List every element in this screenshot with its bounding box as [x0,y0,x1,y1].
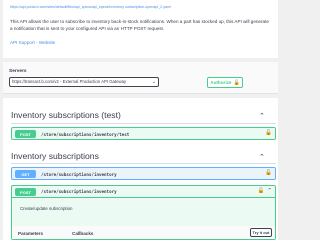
tab-parameters[interactable]: Parameters [18,231,43,236]
api-description: This API allows the user to subscribe to… [10,19,269,31]
servers-label: Servers [9,69,27,74]
operation-get-inventory[interactable]: GET /store/subscriptions/inventory 🔓 [11,167,276,180]
chevron-up-icon[interactable]: ⌃ [259,112,265,120]
servers-section: Servers https://transact.b.com/v2 - Exte… [3,62,278,94]
unlocked-icon[interactable]: 🔓 [265,130,272,136]
chevron-up-icon[interactable]: ⌃ [267,188,272,194]
operation-path: /store/subscriptions/inventory [41,171,117,177]
operation-post-inventory-expanded: POST /store/subscriptions/inventory 🔓 ⌃ … [11,185,276,240]
chevron-up-icon[interactable]: ⌃ [259,153,265,161]
spec-url-link[interactable]: https://api.portal.b.com/sites/default/f… [10,5,171,9]
group-divider [11,123,276,124]
unlocked-icon[interactable]: 🔓 [258,188,265,194]
server-select-value: https://transact.b.com/v2 - External Pro… [12,79,127,84]
server-select[interactable]: https://transact.b.com/v2 - External Pro… [9,77,159,87]
authorize-button[interactable]: Authorize 🔓 [207,77,243,88]
parameters-bar: Parameters Callbacks Try it out [12,226,275,239]
try-it-out-button[interactable]: Try it out [250,228,272,237]
group-divider [11,163,276,164]
unlocked-icon: 🔓 [233,79,240,86]
tab-callbacks[interactable]: Callbacks [72,231,93,236]
operation-path: /store/subscriptions/inventory/test [41,131,130,137]
operations-area: Inventory subscriptions (test) ⌃ POST /s… [3,98,278,240]
api-support-link[interactable]: API Support - Website [10,40,55,45]
method-badge: POST [15,188,36,196]
api-info-card: https://api.portal.b.com/sites/default/f… [3,0,278,58]
group-title-inventory-test[interactable]: Inventory subscriptions (test) [11,110,121,120]
operation-path: /store/subscriptions/inventory [41,189,117,194]
method-badge: GET [15,170,36,178]
chevron-down-icon: ⌄ [151,79,156,85]
unlocked-icon[interactable]: 🔓 [265,170,272,176]
operation-post-inventory[interactable]: POST /store/subscriptions/inventory 🔓 ⌃ [12,186,275,198]
group-title-inventory[interactable]: Inventory subscriptions [11,151,99,161]
operation-post-inventory-test[interactable]: POST /store/subscriptions/inventory/test… [11,127,276,140]
authorize-label: Authorize [210,80,232,85]
method-badge: POST [15,130,36,138]
operation-summary: Create/update subscription [20,206,73,211]
